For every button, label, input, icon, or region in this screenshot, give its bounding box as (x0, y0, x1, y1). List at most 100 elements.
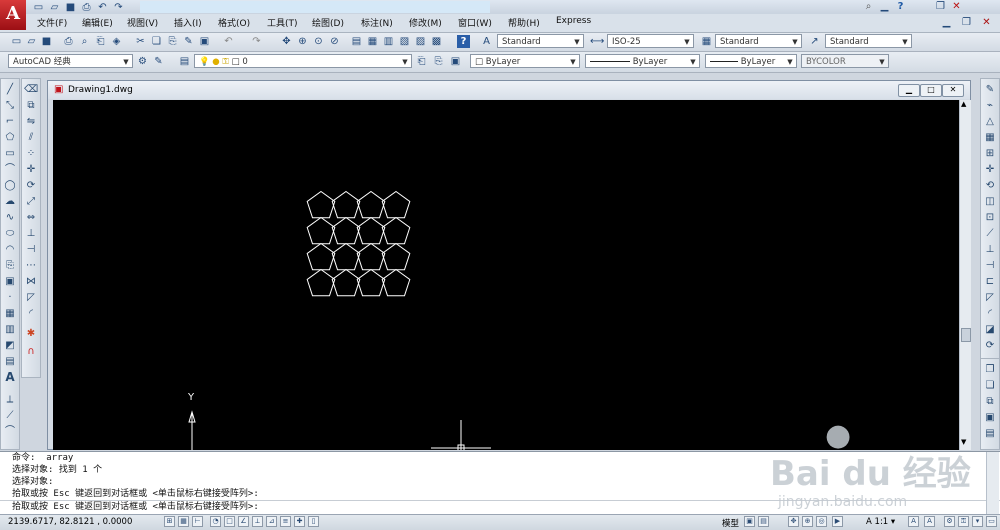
redo-icon[interactable]: ↷ (250, 35, 263, 48)
scroll-thumb[interactable] (961, 328, 971, 342)
doc-restore-icon[interactable]: ❐ (960, 16, 973, 29)
move-icon[interactable]: ✛ (24, 163, 38, 176)
insert-block-icon[interactable]: ⎘ (3, 259, 17, 272)
menu-format[interactable]: 格式(O) (218, 16, 250, 29)
spline-icon[interactable]: ∿ (3, 211, 17, 224)
sc-icon[interactable]: ▯ (308, 516, 319, 527)
command-prompt-line[interactable]: 拾取或按 Esc 键返回到对话框或 <单击鼠标右键接受阵列>: (0, 500, 1000, 513)
scroll-up-icon[interactable]: ▲ (961, 100, 966, 108)
drawing-canvas[interactable]: Y (53, 100, 959, 450)
linetype-select[interactable]: ByLayer ▼ (585, 54, 700, 68)
undo-icon[interactable]: ↶ (222, 35, 235, 48)
pentagon-r3-c3[interactable] (381, 268, 411, 297)
revcloud-icon[interactable]: ☁ (3, 195, 17, 208)
explode-icon[interactable]: ✱ (24, 327, 38, 340)
chamfer-icon[interactable]: ◸ (24, 291, 38, 304)
coordinate-readout[interactable]: 2139.6717, 82.8121 , 0.0000 (8, 517, 132, 527)
designcenter-icon[interactable]: ▦ (366, 35, 379, 48)
cut-icon[interactable]: ✂ (134, 35, 147, 48)
doc-close-icon[interactable]: ✕ (980, 16, 993, 29)
move-side-icon[interactable]: ✛ (983, 163, 997, 176)
pan-status-icon[interactable]: ✥ (788, 516, 799, 527)
drawing-vertical-scrollbar[interactable]: ▲ ▼ (959, 100, 971, 450)
dim-linear-icon[interactable]: ⟂ (3, 393, 17, 406)
grid-icon[interactable]: ▦ (178, 516, 189, 527)
trim-side-icon[interactable]: ⊥ (983, 243, 997, 256)
showmotion-icon[interactable]: ▶ (832, 516, 843, 527)
stretch-icon[interactable]: ⇔ (24, 211, 38, 224)
construction-line-icon[interactable]: ⤡ (3, 99, 17, 112)
pentagon-r2-c0[interactable] (306, 242, 336, 271)
layer-select[interactable]: 💡 ● ⚿ □ 0 ▼ (194, 54, 412, 68)
fillet-icon[interactable]: ◜ (24, 307, 38, 320)
annotation-scale[interactable]: A 1:1 ▾ (866, 517, 895, 527)
point-icon[interactable]: · (3, 291, 17, 304)
polygon-icon[interactable]: ⬠ (3, 131, 17, 144)
rectangle-icon[interactable]: ▭ (3, 147, 17, 160)
make-block-icon[interactable]: ▣ (3, 275, 17, 288)
send-under-icon[interactable]: ▣ (983, 411, 997, 424)
edit-side-icon[interactable]: ◪ (983, 323, 997, 336)
trim-icon[interactable]: ⊥ (24, 227, 38, 240)
dim-aligned-icon[interactable]: ⟋ (3, 409, 17, 422)
layer-states-icon[interactable]: ▣ (449, 55, 462, 68)
pentagon-r0-c1[interactable] (331, 190, 361, 219)
pentagon-r3-c0[interactable] (306, 268, 336, 297)
multileader-style-select[interactable]: Standard ▼ (825, 34, 912, 48)
dim-style-select[interactable]: ISO-25 ▼ (607, 34, 694, 48)
break-icon[interactable]: ⋯ (24, 259, 38, 272)
markup-icon[interactable]: ▨ (414, 35, 427, 48)
scale-icon[interactable]: ⤢ (24, 195, 38, 208)
menu-dimension[interactable]: 标注(N) (361, 16, 393, 29)
help-icon[interactable]: ? (457, 35, 470, 48)
pentagon-r1-c0[interactable] (306, 216, 336, 245)
region-icon[interactable]: ◩ (3, 339, 17, 352)
pencil-icon[interactable]: ✎ (983, 83, 997, 96)
rotate-icon[interactable]: ⟳ (24, 179, 38, 192)
zoom-previous-icon[interactable]: ⊘ (328, 35, 341, 48)
gradient-icon[interactable]: ▥ (3, 323, 17, 336)
workspace-select[interactable]: AutoCAD 经典 ▼ (8, 54, 133, 68)
table-icon[interactable]: ▤ (3, 355, 17, 368)
mirror-icon[interactable]: ⇋ (24, 115, 38, 128)
ortho-icon[interactable]: ⊢ (192, 516, 203, 527)
text-style-select[interactable]: Standard ▼ (497, 34, 584, 48)
osnap-icon[interactable]: □ (224, 516, 235, 527)
block-editor-icon[interactable]: ▣ (198, 35, 211, 48)
publish-icon[interactable]: ⎗ (94, 35, 107, 48)
join-icon[interactable]: ⋈ (24, 275, 38, 288)
restore-icon[interactable]: ❐ (934, 0, 947, 13)
layer-previous-icon[interactable]: ⎘ (432, 55, 445, 68)
circle-icon[interactable]: ◯ (3, 179, 17, 192)
lock-icon[interactable]: ⚿ (958, 516, 969, 527)
help-icon[interactable]: ? (894, 0, 907, 13)
3d-dwf-icon[interactable]: ◈ (110, 35, 123, 48)
offset-icon[interactable]: ⫽ (24, 131, 38, 144)
minimize-icon[interactable]: ▁ (878, 0, 891, 13)
new-file-icon[interactable]: ▭ (32, 1, 45, 14)
text-front-icon[interactable]: ▤ (983, 427, 997, 440)
copy-object-icon[interactable]: ⧉ (24, 99, 38, 112)
bring-above-icon[interactable]: ⧉ (983, 395, 997, 408)
lineweight-select[interactable]: ByLayer ▼ (705, 54, 797, 68)
mtext-icon[interactable]: A (3, 371, 17, 384)
command-line[interactable]: 命令: array 选择对象: 找到 1 个 选择对象: 拾取或按 Esc 键返… (0, 451, 1000, 515)
pentagon-r1-c3[interactable] (381, 216, 411, 245)
lineweight-toggle-icon[interactable]: ≡ (280, 516, 291, 527)
hatch-icon[interactable]: ▦ (3, 307, 17, 320)
bring-front-icon[interactable]: ❐ (983, 363, 997, 376)
polar-icon[interactable]: ◔ (210, 516, 221, 527)
menu-insert[interactable]: 插入(I) (174, 16, 202, 29)
otrack-icon[interactable]: ∠ (238, 516, 249, 527)
zoom-status-icon[interactable]: ⊕ (802, 516, 813, 527)
command-scrollbar[interactable] (986, 452, 999, 514)
close-icon[interactable]: ✕ (950, 0, 963, 13)
workspace-settings-icon[interactable]: ⚙ (136, 55, 149, 68)
zoom-window-icon[interactable]: ⊙ (312, 35, 325, 48)
ducs-icon[interactable]: ⟂ (252, 516, 263, 527)
workspace-save-icon[interactable]: ✎ (152, 55, 165, 68)
pentagon-r3-c1[interactable] (331, 268, 361, 297)
chamfer-side-icon[interactable]: ◸ (983, 291, 997, 304)
snap-icon[interactable]: ⊞ (164, 516, 175, 527)
magnet-icon[interactable]: ∩ (24, 345, 38, 358)
